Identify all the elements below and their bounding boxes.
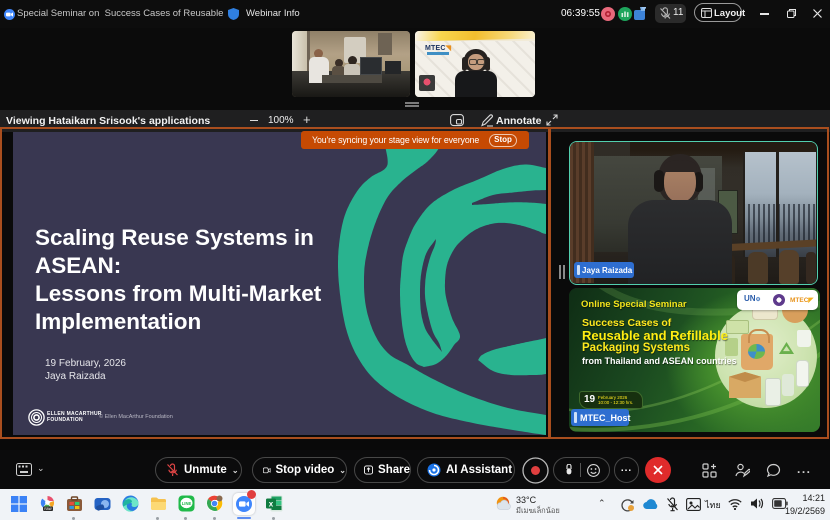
svg-text:LINE: LINE bbox=[182, 501, 192, 506]
svg-text:RAW: RAW bbox=[44, 507, 51, 511]
svg-text:x: x bbox=[269, 499, 274, 508]
